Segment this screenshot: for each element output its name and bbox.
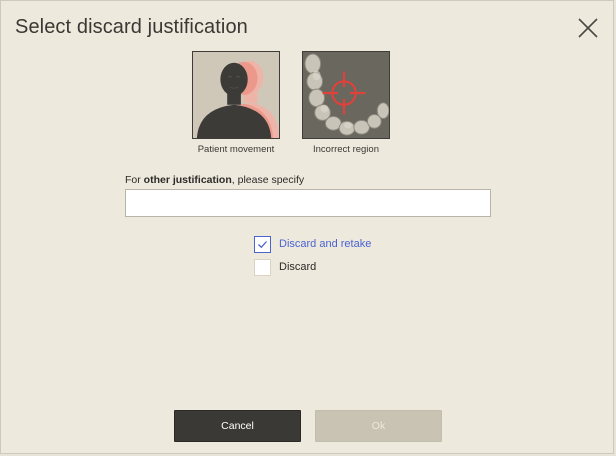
patient-movement-icon (193, 52, 279, 138)
discard-justification-dialog: Select discard justification Patient mov… (0, 0, 614, 454)
discard-label[interactable]: Discard (279, 261, 316, 273)
discard-option[interactable]: Discard (254, 258, 316, 276)
label-bold: other justification (143, 174, 232, 186)
discard-and-retake-checkbox[interactable] (254, 235, 271, 253)
label-suffix: , please specify (231, 174, 305, 186)
checkmark-icon (258, 240, 267, 248)
patient-movement-image[interactable] (192, 51, 280, 139)
incorrect-region-icon (303, 52, 389, 138)
cancel-button[interactable]: Cancel (174, 410, 301, 442)
dialog-title: Select discard justification (15, 16, 248, 38)
option-caption: Incorrect region (312, 144, 379, 155)
option-caption: Patient movement (197, 144, 275, 155)
discard-and-retake-option[interactable]: Discard and retake (254, 235, 371, 253)
close-button[interactable] (577, 17, 599, 39)
incorrect-region-image[interactable] (302, 51, 390, 139)
ok-button[interactable]: Ok (315, 410, 442, 442)
label-prefix: For (125, 174, 144, 186)
discard-checkbox[interactable] (254, 258, 271, 276)
option-patient-movement[interactable]: Patient movement (191, 51, 281, 155)
other-justification-label: For other justification, please specify (125, 174, 304, 186)
other-justification-input[interactable] (125, 189, 491, 217)
option-incorrect-region[interactable]: Incorrect region (301, 51, 391, 155)
discard-and-retake-label[interactable]: Discard and retake (279, 238, 371, 250)
close-icon[interactable] (577, 17, 599, 39)
